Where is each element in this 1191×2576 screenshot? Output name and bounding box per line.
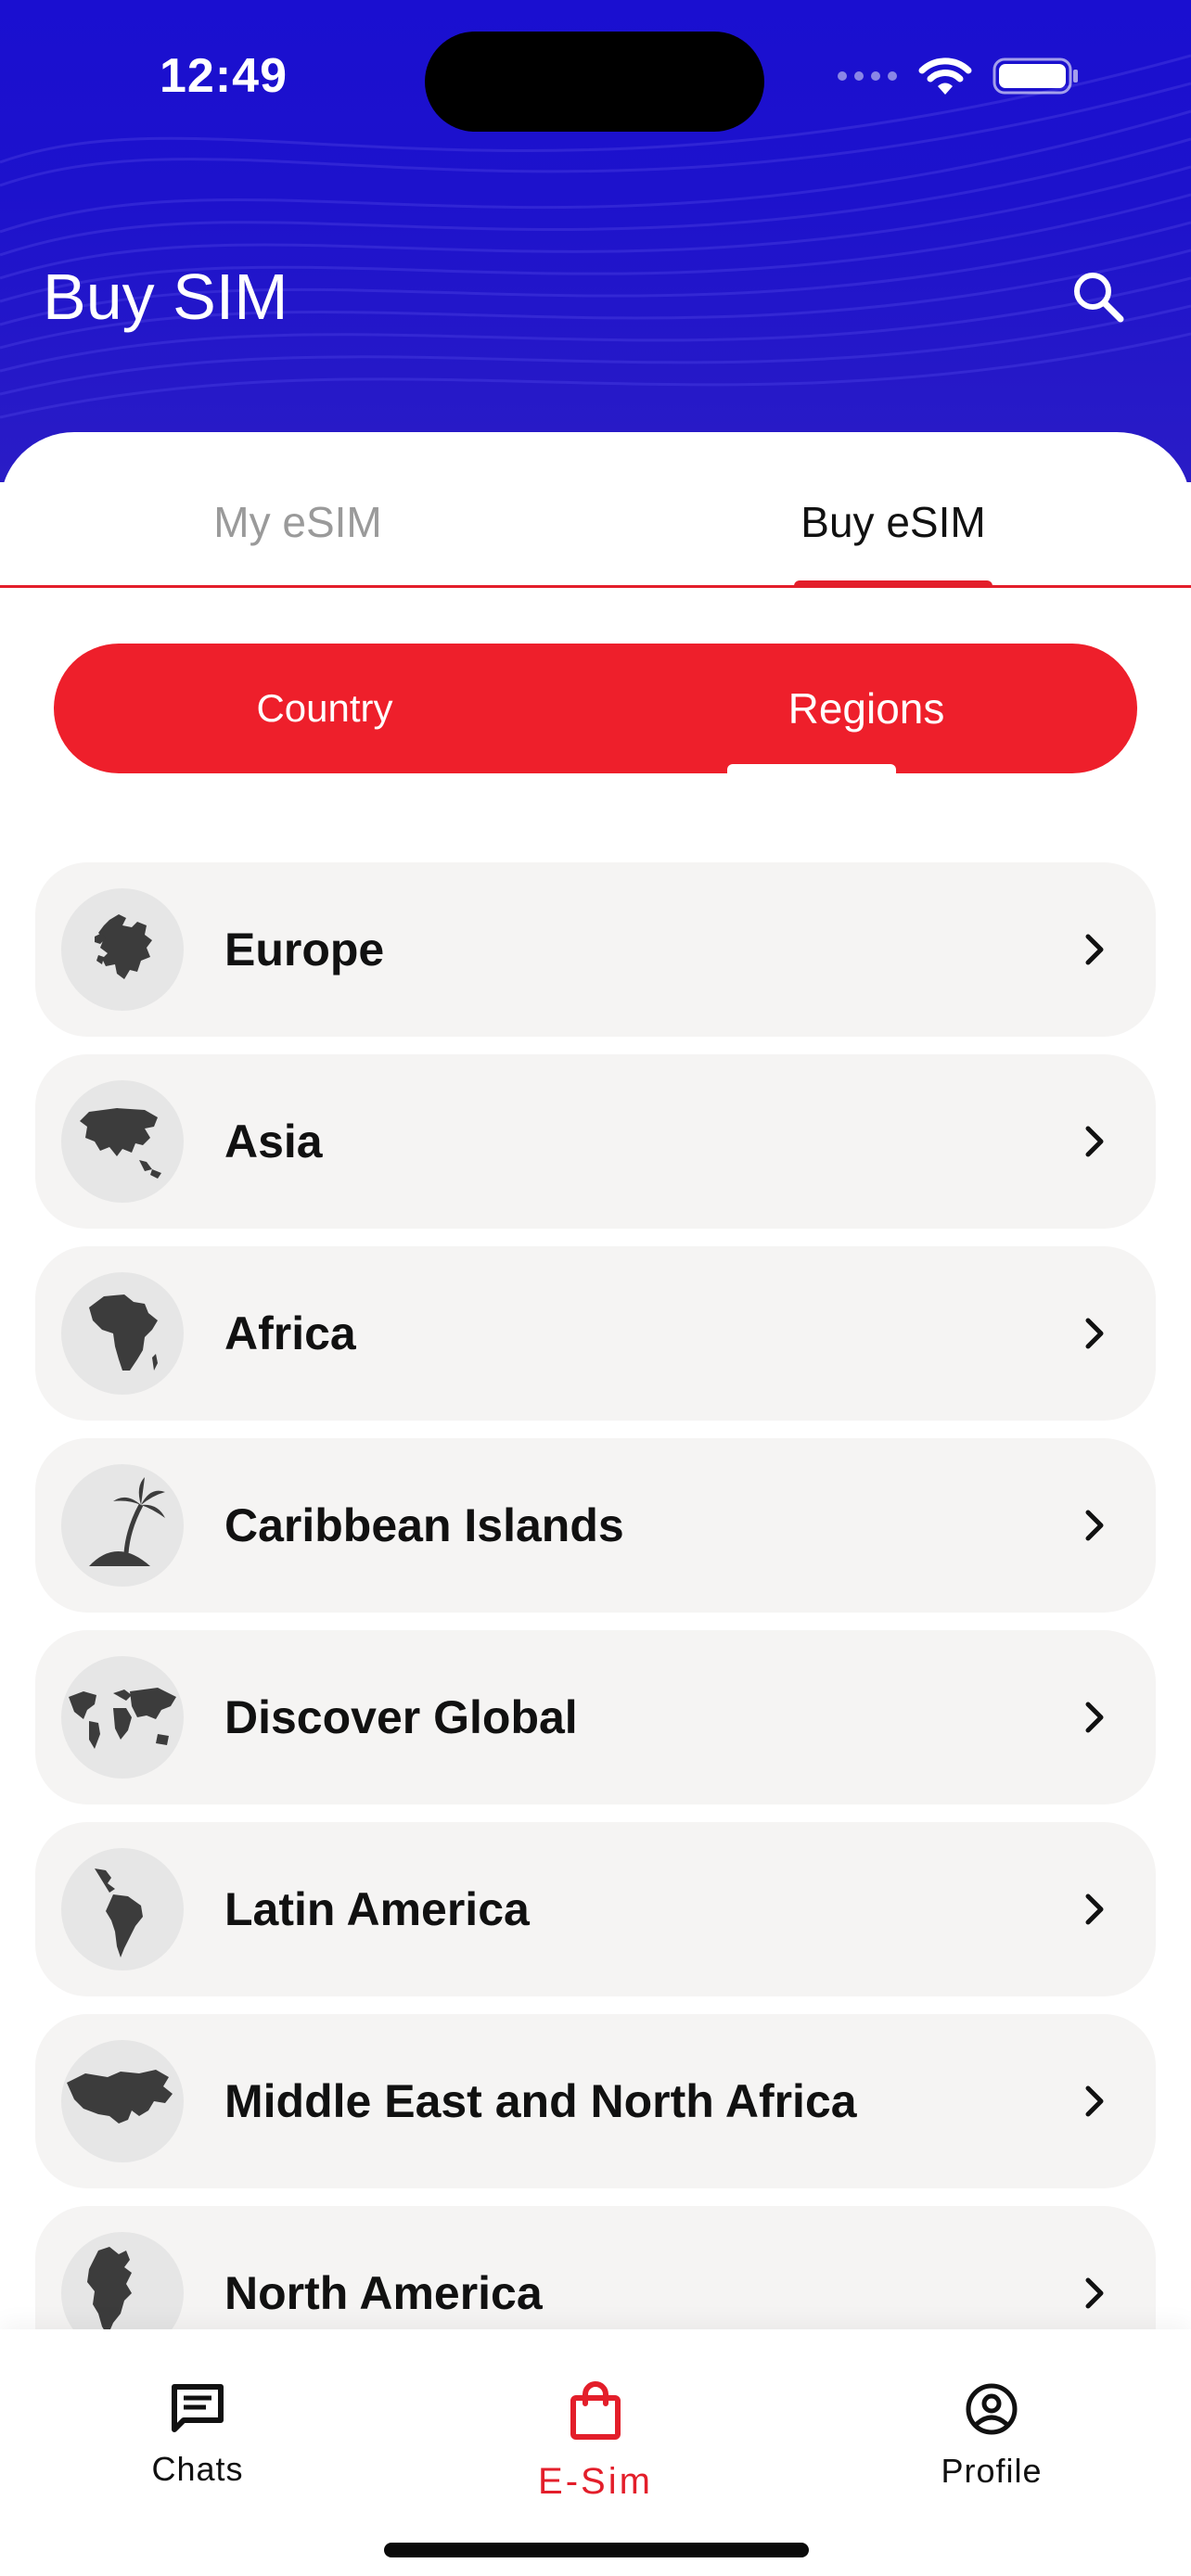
nav-item-esim[interactable]: E-Sim <box>456 2381 735 2503</box>
dynamic-island <box>425 32 764 132</box>
region-label: Latin America <box>224 1883 530 1935</box>
region-row-discover-global[interactable]: Discover Global <box>35 1630 1156 1804</box>
tab-buy-esim[interactable]: Buy eSIM <box>596 497 1191 547</box>
segment-country-button[interactable]: Country <box>54 644 596 773</box>
chevron-right-icon <box>1085 2277 1104 2309</box>
mena-map-icon <box>61 2040 184 2162</box>
header-banner: 12:49 Buy SIM <box>0 0 1191 482</box>
nav-item-chats[interactable]: Chats <box>58 2381 337 2489</box>
chevron-right-icon <box>1085 1510 1104 1541</box>
tab-my-esim[interactable]: My eSIM <box>0 497 596 547</box>
latin-america-map-icon <box>61 1848 184 1970</box>
nav-label-chats: Chats <box>151 2450 244 2488</box>
chevron-right-icon <box>1085 1894 1104 1925</box>
profile-icon <box>966 2383 1018 2435</box>
region-label: Asia <box>224 1116 323 1167</box>
segment-regions-button[interactable]: Regions <box>596 644 1137 773</box>
region-row-caribbean-islands[interactable]: Caribbean Islands <box>35 1438 1156 1613</box>
segment-selected-indicator <box>727 764 896 773</box>
chevron-right-icon <box>1085 1702 1104 1733</box>
region-list: Europe Asia Africa Caribbean Islands Dis… <box>35 862 1156 2398</box>
battery-icon <box>992 57 1078 95</box>
palm-island-icon <box>61 1464 184 1587</box>
nav-label-esim: E-Sim <box>538 2461 653 2502</box>
region-label: Europe <box>224 924 385 976</box>
europe-map-icon <box>61 888 184 1011</box>
region-row-asia[interactable]: Asia <box>35 1054 1156 1229</box>
bottom-nav: Chats E-Sim Profile <box>0 2329 1191 2576</box>
status-icons <box>837 56 1080 96</box>
chevron-right-icon <box>1085 2085 1104 2117</box>
tab-bar: My eSIM Buy eSIM <box>0 432 1191 588</box>
tab-active-indicator <box>794 580 992 588</box>
chevron-right-icon <box>1085 1126 1104 1157</box>
region-row-middle-east-north-africa[interactable]: Middle East and North Africa <box>35 2014 1156 2188</box>
home-indicator <box>384 2543 809 2557</box>
search-button[interactable] <box>1067 265 1130 328</box>
segment-control: Country Regions <box>54 644 1137 773</box>
region-row-latin-america[interactable]: Latin America <box>35 1822 1156 1996</box>
region-row-europe[interactable]: Europe <box>35 862 1156 1037</box>
region-label: Caribbean Islands <box>224 1499 624 1551</box>
region-row-africa[interactable]: Africa <box>35 1246 1156 1421</box>
nav-label-profile: Profile <box>941 2452 1043 2490</box>
nav-item-profile[interactable]: Profile <box>852 2381 1131 2491</box>
status-time: 12:49 <box>160 49 288 103</box>
region-label: Africa <box>224 1307 356 1359</box>
wifi-icon <box>918 57 972 95</box>
world-map-icon <box>61 1656 184 1779</box>
chevron-right-icon <box>1085 934 1104 965</box>
chevron-right-icon <box>1085 1318 1104 1349</box>
page-title: Buy SIM <box>43 261 288 333</box>
asia-map-icon <box>61 1080 184 1203</box>
shopping-bag-icon <box>570 2381 621 2440</box>
region-label: Middle East and North Africa <box>224 2075 857 2127</box>
chat-icon <box>172 2384 224 2432</box>
search-icon <box>1074 273 1124 323</box>
africa-map-icon <box>61 1272 184 1395</box>
region-label: Discover Global <box>224 1691 578 1743</box>
cellular-signal-icon <box>838 71 897 81</box>
